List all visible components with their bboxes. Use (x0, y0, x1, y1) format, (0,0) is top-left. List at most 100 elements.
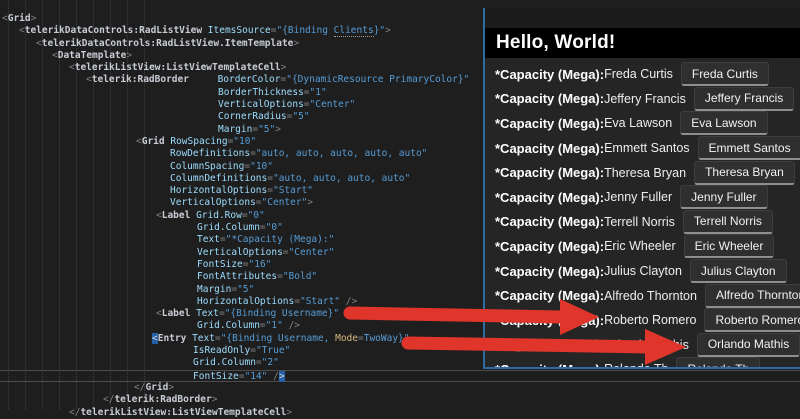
code-token: Text (192, 333, 215, 344)
code-token: "{DynamicResource PrimaryColor}" (286, 74, 469, 85)
preview-panel: Hello, World! *Capacity (Mega):Freda Cur… (483, 8, 800, 369)
code-token: FontSize (193, 371, 239, 382)
code-token: DataTemplate (58, 50, 127, 61)
code-token: / (273, 371, 279, 382)
code-token: </ (69, 407, 80, 418)
username-label: Roberto Romero (604, 313, 696, 327)
username-entry[interactable]: Jeffery Francis (694, 87, 794, 111)
code-token: VerticalOptions (170, 197, 256, 208)
list-item[interactable]: *Capacity (Mega):Freda CurtisFreda Curti… (485, 62, 800, 87)
code-token: IsReadOnly (193, 345, 250, 356)
code-token: Margin (197, 284, 231, 295)
username-entry[interactable]: Theresa Bryan (694, 161, 795, 185)
code-token: > (212, 394, 218, 405)
code-token: "2" (262, 357, 279, 368)
code-token: FontSize (197, 259, 243, 270)
code-token: Margin (218, 124, 252, 135)
code-token: "Center" (289, 247, 335, 258)
capacity-label: *Capacity (Mega): (495, 214, 604, 229)
username-label: Rolando Th (604, 362, 668, 369)
code-token: "*Capacity (Mega):" (226, 234, 335, 245)
username-entry[interactable]: Freda Curtis (681, 62, 769, 86)
code-token: BorderColor (218, 74, 281, 85)
list-item[interactable]: *Capacity (Mega):Orlando MathisOrlando M… (485, 333, 800, 358)
capacity-label: *Capacity (Mega): (495, 165, 604, 180)
capacity-label: *Capacity (Mega): (495, 337, 604, 352)
list-item[interactable]: *Capacity (Mega):Jenny FullerJenny Fulle… (485, 185, 800, 210)
capacity-label: *Capacity (Mega): (495, 362, 604, 369)
username-entry[interactable]: Orlando Mathis (697, 333, 800, 357)
username-entry[interactable]: Terrell Norris (683, 210, 773, 234)
capacity-label: *Capacity (Mega): (495, 288, 604, 303)
code-token: "{Binding Username, (221, 333, 335, 344)
code-token: > (385, 25, 391, 36)
username-entry[interactable]: Roberto Romero (704, 308, 800, 332)
code-token: Label (162, 210, 191, 221)
username-label: Jenny Fuller (604, 190, 672, 204)
capacity-label: *Capacity (Mega): (495, 313, 604, 328)
code-line[interactable]: </Grid> (0, 382, 800, 394)
code-token: Grid.Column (197, 222, 260, 233)
username-entry[interactable]: Julius Clayton (690, 259, 787, 283)
username-entry[interactable]: Rolando Th (676, 357, 760, 369)
list-item[interactable]: *Capacity (Mega):Julius ClaytonJulius Cl… (485, 259, 800, 284)
code-token: "0" (248, 210, 265, 221)
code-token: Grid (145, 382, 168, 393)
username-entry[interactable]: Jenny Fuller (680, 185, 767, 209)
list-item[interactable]: *Capacity (Mega):Roberto RomeroRoberto R… (485, 308, 800, 333)
code-token: "{Binding Username}" (225, 308, 339, 319)
username-entry[interactable]: Alfredo Thornton (705, 284, 800, 308)
username-label: Eva Lawson (604, 116, 672, 130)
code-token: FontAttributes (197, 271, 277, 282)
code-token: </ (134, 382, 145, 393)
list-item[interactable]: *Capacity (Mega):Theresa BryanTheresa Br… (485, 160, 800, 185)
code-token: Grid.Column (193, 357, 256, 368)
capacity-label: *Capacity (Mega): (495, 91, 604, 106)
code-token: telerik:RadBorder (92, 74, 189, 85)
list-item[interactable]: *Capacity (Mega):Terrell NorrisTerrell N… (485, 210, 800, 235)
code-line[interactable]: </telerikListView:ListViewTemplateCell> (0, 407, 800, 419)
code-token: > (286, 407, 292, 418)
list-item[interactable]: *Capacity (Mega):Alfredo ThorntonAlfredo… (485, 283, 800, 308)
code-token: "14" (245, 371, 268, 382)
capacity-label: *Capacity (Mega): (495, 116, 604, 131)
username-label: Freda Curtis (604, 67, 673, 81)
code-token: "10" (250, 161, 273, 172)
code-token: Grid (142, 136, 165, 147)
username-label: Emmett Santos (604, 141, 689, 155)
code-token: Text (197, 234, 220, 245)
list-item[interactable]: *Capacity (Mega):Rolando ThRolando Th (485, 357, 800, 369)
code-token: > (168, 382, 174, 393)
capacity-label: *Capacity (Mega): (495, 67, 604, 82)
code-token: telerikDataControls:RadListView (25, 25, 202, 36)
code-token: "10" (233, 136, 256, 147)
code-token: HorizontalOptions (197, 296, 294, 307)
code-token (189, 74, 218, 85)
code-token: telerikDataControls:RadListView.ItemTemp… (42, 38, 294, 49)
code-token: CornerRadius (218, 111, 287, 122)
code-line[interactable]: </telerik:RadBorder> (0, 394, 800, 406)
code-token: Grid (8, 13, 31, 24)
list-item[interactable]: *Capacity (Mega):Eva LawsonEva Lawson (485, 111, 800, 136)
username-entry[interactable]: Eric Wheeler (684, 234, 775, 258)
username-entry[interactable]: Emmett Santos (698, 136, 800, 160)
code-token: HorizontalOptions (170, 185, 267, 196)
username-label: Eric Wheeler (604, 239, 676, 253)
code-token: "16" (249, 259, 272, 270)
capacity-label: *Capacity (Mega): (495, 141, 604, 156)
code-token: RowSpacing (170, 136, 227, 147)
username-entry[interactable]: Eva Lawson (680, 111, 767, 135)
code-line-current[interactable]: FontSize="14" /> (0, 370, 800, 382)
code-token: "5" (292, 111, 309, 122)
list-item[interactable]: *Capacity (Mega):Emmett SantosEmmett San… (485, 136, 800, 161)
preview-title-bar: Hello, World! (485, 28, 800, 58)
code-token: "1" (266, 320, 283, 331)
username-label: Theresa Bryan (604, 166, 686, 180)
code-token: Label (162, 308, 191, 319)
code-token: "auto, auto, auto, auto, auto" (256, 148, 428, 159)
code-token: ColumnSpacing (170, 161, 244, 172)
capacity-label: *Capacity (Mega): (495, 239, 604, 254)
code-token: "True" (256, 345, 290, 356)
list-item[interactable]: *Capacity (Mega):Jeffery FrancisJeffery … (485, 87, 800, 112)
list-item[interactable]: *Capacity (Mega):Eric WheelerEric Wheele… (485, 234, 800, 259)
